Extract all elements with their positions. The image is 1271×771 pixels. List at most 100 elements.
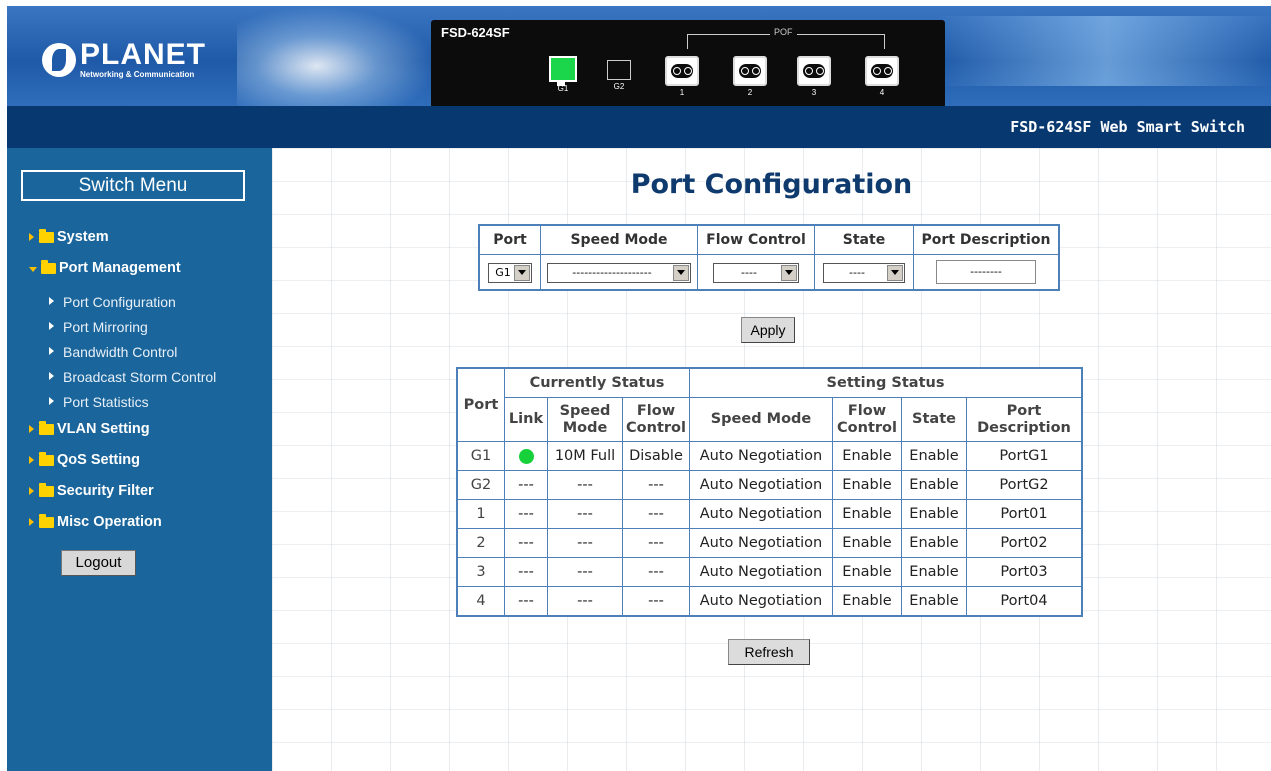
group-header-currently-status: Currently Status <box>504 367 690 398</box>
panel-port-4[interactable]: 4 <box>865 56 899 97</box>
menu-label: VLAN Setting <box>57 421 150 437</box>
table-row: 1 --- --- --- Auto Negotiation Enable En… <box>456 499 1083 529</box>
col-header-state: State <box>814 224 914 255</box>
panel-port-label: G2 <box>613 82 625 91</box>
menu-qos-setting[interactable]: QoS Setting <box>29 451 140 468</box>
expand-arrow-icon <box>29 518 34 526</box>
bullet-arrow-icon <box>49 372 54 380</box>
cell-port: 1 <box>456 499 505 529</box>
bullet-arrow-icon <box>49 322 54 330</box>
submenu-port-statistics[interactable]: Port Statistics <box>49 394 149 410</box>
submenu-label: Port Mirroring <box>63 319 148 335</box>
title-bar: FSD-624SF Web Smart Switch <box>7 106 1271 148</box>
chevron-down-icon[interactable] <box>673 264 689 281</box>
menu-security-filter[interactable]: Security Filter <box>29 482 154 499</box>
table-row: G1 10M Full Disable Auto Negotiation Ena… <box>456 441 1083 471</box>
cell-link: --- <box>504 557 548 587</box>
menu-label: QoS Setting <box>57 452 140 468</box>
port-select-value: G1 <box>495 266 511 280</box>
page-title: Port Configuration <box>630 169 913 200</box>
switch-front-panel: FSD-624SF POF G1 G2 1 2 3 4 <box>431 20 945 106</box>
cell-set-flow: Enable <box>832 528 902 558</box>
cell-set-speed: Auto Negotiation <box>689 586 833 617</box>
speed-mode-select-value: -------------------- <box>572 266 652 280</box>
menu-system[interactable]: System <box>29 228 109 245</box>
col-header-port: Port <box>478 224 541 255</box>
submenu-label: Bandwidth Control <box>63 344 178 360</box>
submenu-bandwidth-control[interactable]: Bandwidth Control <box>49 344 177 360</box>
bullet-arrow-icon <box>49 397 54 405</box>
banner-decoration <box>937 16 1271 86</box>
submenu-label: Port Statistics <box>63 394 149 410</box>
cell-state: Enable <box>901 557 967 587</box>
cell-desc: Port04 <box>966 586 1083 617</box>
apply-button[interactable]: Apply <box>741 317 795 343</box>
fiber-port-icon <box>733 56 767 86</box>
menu-misc-operation[interactable]: Misc Operation <box>29 513 162 530</box>
pof-bracket: POF <box>687 27 885 49</box>
planet-logo: PLANET Networking & Communication <box>42 38 206 82</box>
main-content: Port Configuration Port Speed Mode Flow … <box>272 148 1271 771</box>
header-banner: PLANET Networking & Communication FSD-62… <box>7 6 1271 106</box>
fiber-port-icon <box>665 56 699 86</box>
cell-flow: --- <box>622 528 690 558</box>
folder-icon <box>39 228 54 243</box>
col-header-state: State <box>901 397 967 442</box>
cell-desc: Port01 <box>966 499 1083 529</box>
port-select[interactable]: G1 <box>488 262 532 283</box>
cell-port: 2 <box>456 528 505 558</box>
cell-link: --- <box>504 470 548 500</box>
cell-state: Enable <box>901 528 967 558</box>
panel-port-g1[interactable]: G1 <box>549 56 577 93</box>
expand-arrow-icon <box>29 425 34 433</box>
chevron-down-icon[interactable] <box>887 264 903 281</box>
panel-port-1[interactable]: 1 <box>665 56 699 97</box>
expand-arrow-icon <box>29 233 34 241</box>
folder-icon <box>39 451 54 466</box>
flow-control-select[interactable]: ---- <box>713 262 799 283</box>
panel-port-label: 2 <box>747 88 753 97</box>
collapse-arrow-icon <box>29 266 37 272</box>
expand-arrow-icon <box>29 456 34 464</box>
submenu-port-configuration[interactable]: Port Configuration <box>49 294 176 310</box>
expand-arrow-icon <box>29 487 34 495</box>
bullet-arrow-icon <box>49 347 54 355</box>
port-config-form: Port Speed Mode Flow Control State Port … <box>478 224 1060 291</box>
state-select[interactable]: ---- <box>823 262 905 283</box>
menu-label: Port Management <box>59 260 181 276</box>
cell-set-flow: Enable <box>832 441 902 471</box>
cell-flow: --- <box>622 470 690 500</box>
col-header-speed-mode: Speed Mode <box>547 397 623 442</box>
cell-state: Enable <box>901 499 967 529</box>
speed-mode-select[interactable]: -------------------- <box>547 262 691 283</box>
cell-link: --- <box>504 586 548 617</box>
table-row: 2 --- --- --- Auto Negotiation Enable En… <box>456 528 1083 558</box>
fiber-port-icon <box>797 56 831 86</box>
col-header-port: Port <box>456 367 505 442</box>
cell-port: G2 <box>456 470 505 500</box>
cell-link: --- <box>504 528 548 558</box>
submenu-broadcast-storm-control[interactable]: Broadcast Storm Control <box>49 369 216 385</box>
panel-port-3[interactable]: 3 <box>797 56 831 97</box>
submenu-port-mirroring[interactable]: Port Mirroring <box>49 319 148 335</box>
refresh-button[interactable]: Refresh <box>728 639 810 665</box>
chevron-down-icon[interactable] <box>514 264 530 281</box>
cell-flow: --- <box>622 557 690 587</box>
menu-vlan-setting[interactable]: VLAN Setting <box>29 420 150 437</box>
panel-port-g2[interactable]: G2 <box>607 60 631 91</box>
cell-speed: --- <box>547 528 623 558</box>
col-header-port-description: Port Description <box>913 224 1060 255</box>
logout-button[interactable]: Logout <box>61 550 136 576</box>
panel-port-label: 4 <box>879 88 885 97</box>
cell-set-speed: Auto Negotiation <box>689 441 833 471</box>
panel-port-2[interactable]: 2 <box>733 56 767 97</box>
col-header-set-flow-control: Flow Control <box>832 397 902 442</box>
cell-link <box>504 441 548 471</box>
menu-port-management[interactable]: Port Management <box>29 259 181 276</box>
cell-flow: Disable <box>622 441 690 471</box>
chevron-down-icon[interactable] <box>781 264 797 281</box>
folder-open-icon <box>41 259 56 274</box>
bullet-arrow-icon <box>49 297 54 305</box>
menu-label: Security Filter <box>57 483 154 499</box>
port-description-input[interactable]: -------- <box>936 260 1036 284</box>
